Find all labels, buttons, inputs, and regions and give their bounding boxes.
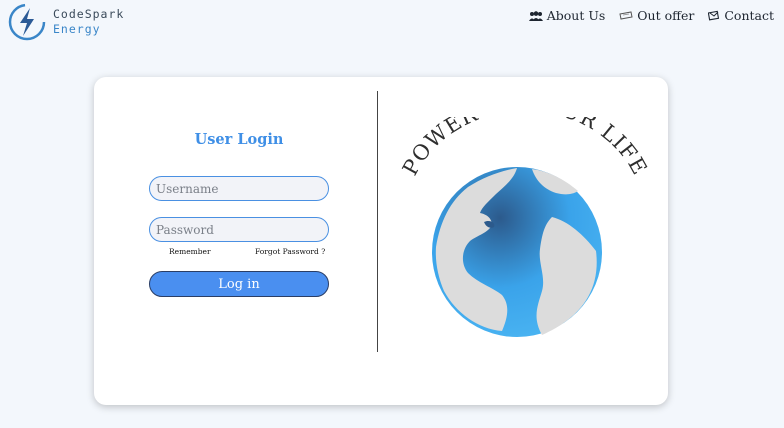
contact-icon bbox=[708, 10, 720, 21]
nav-out-offer-label: Out offer bbox=[637, 8, 695, 23]
brand-name: CodeSpark bbox=[53, 7, 125, 21]
login-button[interactable]: Log in bbox=[149, 271, 329, 297]
username-input[interactable] bbox=[149, 176, 329, 201]
lightning-logo-icon bbox=[8, 3, 46, 41]
ticket-icon bbox=[619, 10, 633, 20]
hero-graphic: POWER UP YOUR LIFE bbox=[392, 92, 652, 351]
globe-illustration: POWER UP YOUR LIFE bbox=[398, 92, 651, 337]
top-nav: About Us Out offer Contact bbox=[528, 8, 774, 23]
brand-logo[interactable]: CodeSpark Energy bbox=[7, 2, 124, 42]
login-title: User Login bbox=[194, 131, 284, 148]
nav-contact-label: Contact bbox=[724, 8, 774, 23]
globe bbox=[432, 167, 602, 337]
users-icon bbox=[528, 10, 543, 21]
nav-about-us[interactable]: About Us bbox=[528, 8, 606, 23]
nav-out-offer[interactable]: Out offer bbox=[619, 8, 694, 23]
card-divider bbox=[377, 91, 378, 352]
nav-contact[interactable]: Contact bbox=[708, 8, 774, 23]
forgot-password-link[interactable]: Forgot Password ? bbox=[255, 247, 325, 256]
brand-subname: Energy bbox=[53, 22, 101, 36]
nav-about-us-label: About Us bbox=[546, 8, 606, 23]
remember-me[interactable]: Remember bbox=[169, 247, 211, 256]
login-card: User Login Remember Forgot Password ? Lo… bbox=[94, 77, 668, 405]
password-input[interactable] bbox=[149, 217, 329, 242]
